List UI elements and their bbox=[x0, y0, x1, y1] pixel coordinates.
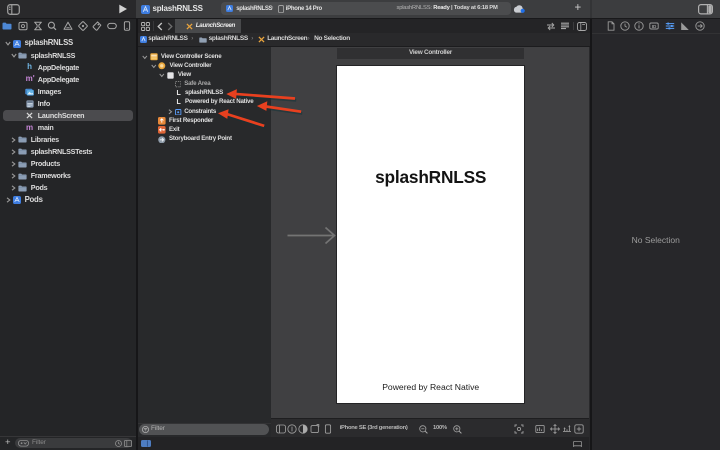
svg-text:ID: ID bbox=[652, 24, 657, 29]
